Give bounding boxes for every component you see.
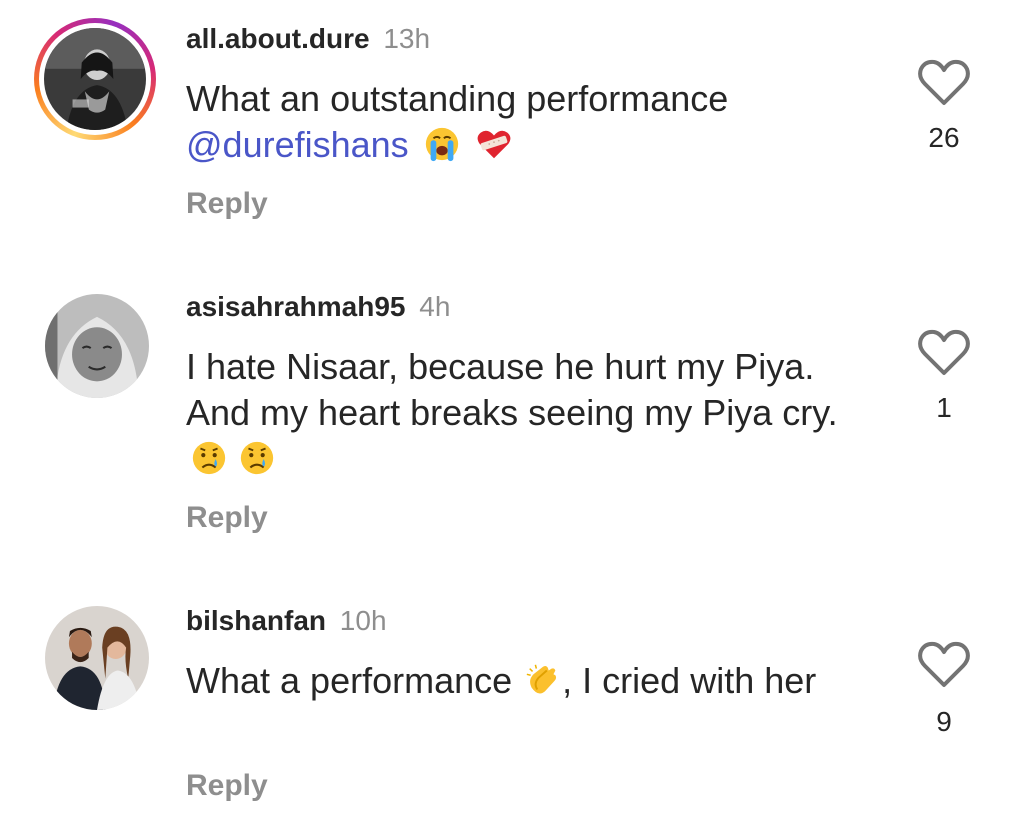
comment-item: bilshanfan 10h What a performance , I cr… — [0, 590, 1024, 829]
comment-meta: asisahrahmah95 4h — [186, 290, 450, 324]
crying-face-emoji — [238, 439, 276, 477]
timestamp: 10h — [339, 605, 387, 636]
like-count: 9 — [936, 706, 952, 737]
reply-button[interactable]: Reply — [186, 500, 268, 536]
comment-item: asisahrahmah95 4h I hate Nisaar, because… — [0, 280, 1024, 550]
heart-outline-icon — [918, 329, 970, 375]
username-link[interactable]: asisahrahmah95 — [186, 291, 405, 322]
crying-face-emoji — [190, 439, 228, 477]
like-button[interactable] — [916, 58, 972, 108]
comment-item: all.about.dure 13h What an outstanding p… — [0, 0, 1024, 250]
like-count: 1 — [936, 392, 952, 423]
comment-meta: all.about.dure 13h — [186, 22, 430, 56]
comment-body: What a performance — [186, 660, 513, 701]
comment-body: I hate Nisaar, because he hurt my Piya. … — [186, 346, 838, 433]
clapping-hands-emoji — [524, 661, 562, 699]
username-link[interactable]: all.about.dure — [186, 23, 370, 54]
heart-outline-icon — [918, 59, 970, 105]
comment-text: What an outstanding performance @durefis… — [186, 76, 876, 168]
profile-photo — [45, 606, 149, 710]
heart-outline-icon — [918, 641, 970, 687]
profile-photo — [45, 294, 149, 398]
like-button[interactable] — [916, 640, 972, 690]
reply-button[interactable]: Reply — [186, 768, 268, 804]
timestamp: 4h — [419, 291, 451, 322]
comment-meta: bilshanfan 10h — [186, 604, 387, 638]
profile-photo — [44, 28, 146, 130]
comment-text: What a performance , I cried with her — [186, 658, 866, 704]
like-count: 26 — [928, 122, 960, 153]
like-button[interactable] — [916, 328, 972, 378]
avatar[interactable] — [45, 294, 149, 398]
mending-heart-emoji — [475, 125, 513, 163]
comment-body: , I cried with her — [562, 660, 817, 701]
comment-text: I hate Nisaar, because he hurt my Piya. … — [186, 344, 886, 482]
username-link[interactable]: bilshanfan — [186, 605, 326, 636]
avatar[interactable] — [34, 18, 156, 140]
timestamp: 13h — [383, 23, 431, 54]
comment-body: What an outstanding performance — [186, 78, 729, 119]
loudly-crying-face-emoji — [423, 125, 461, 163]
reply-button[interactable]: Reply — [186, 186, 268, 222]
mention-link[interactable]: @durefishans — [186, 124, 409, 165]
avatar[interactable] — [45, 606, 149, 710]
